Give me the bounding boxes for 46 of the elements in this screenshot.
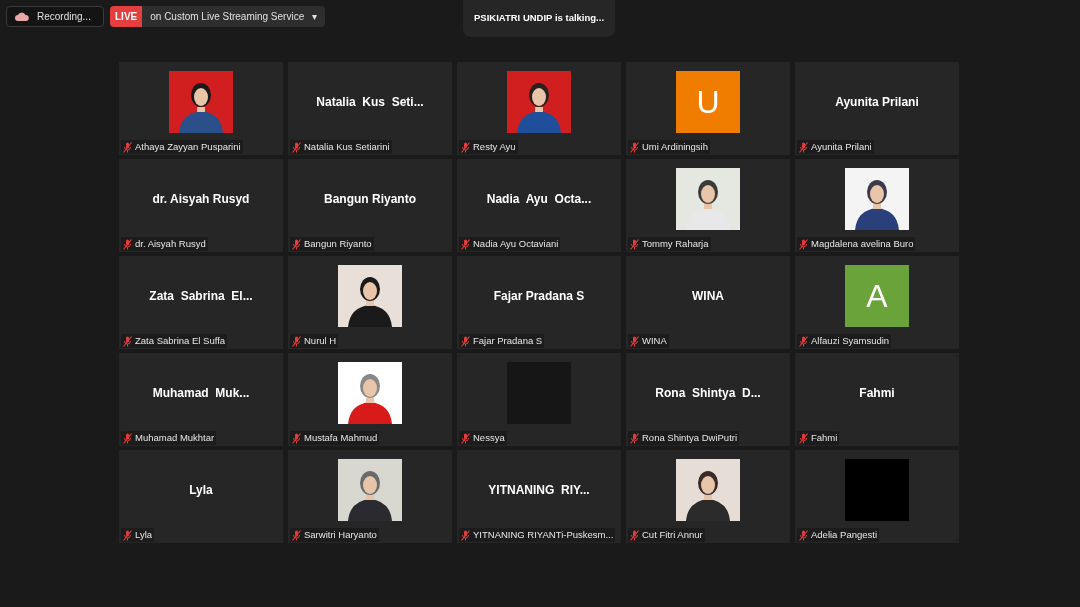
participant-name: Lyla (135, 527, 153, 542)
live-badge: LIVE (110, 6, 143, 27)
participant-display-name: dr. Aisyah Rusyd (152, 190, 250, 208)
participant-name: Umi Ardiningsih (642, 139, 708, 154)
avatar-initial: A (845, 264, 909, 327)
participant-name: Natalia Kus Setiarini (304, 139, 390, 154)
participant-display-name: Bangun Riyanto (324, 190, 416, 208)
streaming-service-dropdown[interactable]: on Custom Live Streaming Service ▾ (142, 6, 326, 27)
participant-name: Ayunita Prilani (811, 139, 872, 154)
participant-name: YITNANING RIYANTi-Puskesm... (473, 527, 614, 542)
participant-name: Alfauzi Syamsudin (811, 333, 890, 348)
participant-display-name: Nadia Ayu Octa... (486, 190, 592, 208)
participant-display-name: Zata Sabrina El... (149, 287, 253, 305)
participant-name: Nessya (473, 430, 505, 445)
recording-indicator[interactable]: Recording... (6, 6, 104, 27)
participant-name: Adelia Pangesti (811, 527, 878, 542)
participant-display-name: Natalia Kus Seti... (316, 93, 424, 111)
participant-name: Zata Sabrina El Suffa (135, 333, 226, 348)
participant-name: Muhamad Mukhtar (135, 430, 215, 445)
active-speaker-banner: PSIKIATRI UNDIP is talking... (463, 0, 615, 37)
participant-name: Athaya Zayyan Pusparini (135, 139, 241, 154)
participant-display-name: Fahmi (859, 384, 895, 402)
participant-display-name: YITNANING RIY... (488, 481, 590, 499)
participant-name: Magdalena avelina Buro (811, 236, 914, 251)
participant-display-name: Muhamad Muk... (152, 384, 250, 402)
participant-name: dr. Aisyah Rusyd (135, 236, 206, 251)
participant-name: Bangun Riyanto (304, 236, 372, 251)
participant-display-name: Fajar Pradana S (493, 287, 585, 305)
participant-name: Fahmi (811, 430, 838, 445)
participant-name: Tommy Raharja (642, 236, 709, 251)
participant-name: Sarwitri Haryanto (304, 527, 377, 542)
participant-name: Rona Shintya DwiPutri (642, 430, 738, 445)
participant-name: Resty Ayu (473, 139, 516, 154)
participant-name: Mustafa Mahmud (304, 430, 378, 445)
participant-name: Nadia Ayu Octaviani (473, 236, 559, 251)
participant-name: Nurul H (304, 333, 337, 348)
participant-name: WINA (642, 333, 667, 348)
participant-display-name: Lyla (189, 481, 213, 499)
participant-display-name: WINA (692, 287, 724, 305)
recording-label: Recording... (37, 10, 91, 24)
participant-name: Fajar Pradana S (473, 333, 543, 348)
participant-name: Cut Fitri Annur (642, 527, 703, 542)
cloud-icon (15, 12, 29, 21)
participant-display-name: Ayunita Prilani (835, 93, 919, 111)
participant-display-name: Rona Shintya D... (655, 384, 761, 402)
avatar-initial: U (676, 70, 740, 133)
